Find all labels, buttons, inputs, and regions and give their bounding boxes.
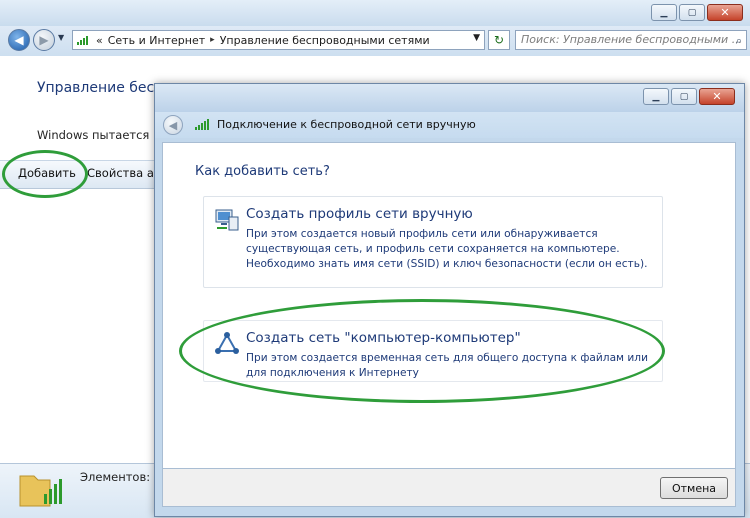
address-dropdown-icon[interactable]: ▼ bbox=[473, 33, 480, 43]
arrow-left-icon: ◀ bbox=[14, 33, 24, 47]
dialog-body bbox=[162, 142, 736, 469]
cancel-button[interactable]: Отмена bbox=[660, 477, 728, 499]
dialog-window-controls: ▁ ▢ ✕ bbox=[643, 88, 735, 105]
navigation-bar: ◀ ▶ ▼ « Сеть и Интернет ▸ Управление бес… bbox=[0, 26, 750, 56]
dialog-title: Подключение к беспроводной сети вручную bbox=[217, 118, 476, 131]
minimize-icon: ▁ bbox=[660, 7, 668, 18]
minimize-icon: ▁ bbox=[652, 91, 660, 102]
refresh-button[interactable]: ↻ bbox=[488, 30, 510, 50]
search-icon[interactable]: ⌕ bbox=[736, 32, 742, 49]
dialog-footer bbox=[162, 469, 736, 507]
recent-pages-button[interactable]: ▼ bbox=[58, 33, 64, 42]
network-signal-icon bbox=[195, 119, 209, 130]
option-manual-profile[interactable]: Создать профиль сети вручную При этом со… bbox=[203, 196, 663, 288]
breadcrumb-prefix[interactable]: « bbox=[96, 34, 103, 47]
dialog-back-button[interactable]: ◀ bbox=[163, 115, 183, 135]
network-profile-icon bbox=[215, 209, 239, 231]
forward-button[interactable]: ▶ bbox=[33, 29, 55, 51]
breadcrumb-separator-icon[interactable]: ▸ bbox=[210, 35, 215, 45]
address-bar[interactable]: « Сеть и Интернет ▸ Управление беспровод… bbox=[72, 30, 485, 50]
breadcrumb-wireless-networks[interactable]: Управление беспроводными сетями bbox=[220, 34, 430, 47]
option-manual-profile-description: При этом создается новый профиль сети ил… bbox=[246, 228, 648, 270]
page-title: Управление бесп bbox=[37, 80, 164, 96]
chevron-down-icon: ▼ bbox=[58, 33, 65, 42]
dialog-maximize-button[interactable]: ▢ bbox=[671, 88, 697, 105]
arrow-left-icon: ◀ bbox=[168, 118, 178, 132]
option-adhoc-network[interactable]: Создать сеть "компьютер-компьютер" При э… bbox=[203, 320, 663, 382]
maximize-icon: ▢ bbox=[687, 7, 697, 18]
manual-connect-dialog: ▁ ▢ ✕ ◀ Подключение к беспроводной сети … bbox=[154, 83, 745, 517]
breadcrumb-network-internet[interactable]: Сеть и Интернет bbox=[108, 34, 205, 47]
explorer-titlebar: ▁ ▢ ✕ bbox=[0, 0, 750, 26]
add-button[interactable]: Добавить bbox=[18, 166, 76, 180]
dialog-question: Как добавить сеть? bbox=[195, 164, 330, 179]
close-icon: ✕ bbox=[720, 6, 730, 19]
close-button[interactable]: ✕ bbox=[707, 4, 743, 21]
dialog-titlebar: ▁ ▢ ✕ bbox=[155, 84, 744, 112]
search-input[interactable]: Поиск: Управление беспроводными ... ⌕ bbox=[515, 30, 747, 50]
maximize-icon: ▢ bbox=[679, 91, 689, 102]
adhoc-network-icon bbox=[215, 332, 239, 354]
status-item-count: Элементов: 0 bbox=[80, 470, 162, 484]
close-icon: ✕ bbox=[712, 90, 722, 103]
dialog-close-button[interactable]: ✕ bbox=[699, 88, 735, 105]
dialog-minimize-button[interactable]: ▁ bbox=[643, 88, 669, 105]
network-signal-icon bbox=[77, 36, 88, 45]
arrow-right-icon: ▶ bbox=[39, 33, 49, 47]
option-adhoc-network-description: При этом создается временная сеть для об… bbox=[246, 352, 648, 379]
refresh-icon: ↻ bbox=[493, 33, 505, 47]
back-button[interactable]: ◀ bbox=[8, 29, 30, 51]
explorer-window-controls: ▁ ▢ ✕ bbox=[651, 4, 743, 21]
option-manual-profile-title: Создать профиль сети вручную bbox=[246, 206, 473, 222]
maximize-button[interactable]: ▢ bbox=[679, 4, 705, 21]
search-placeholder: Поиск: Управление беспроводными ... bbox=[521, 33, 743, 46]
option-adhoc-network-title: Создать сеть "компьютер-компьютер" bbox=[246, 330, 521, 346]
minimize-button[interactable]: ▁ bbox=[651, 4, 677, 21]
wireless-folder-icon bbox=[19, 475, 62, 507]
